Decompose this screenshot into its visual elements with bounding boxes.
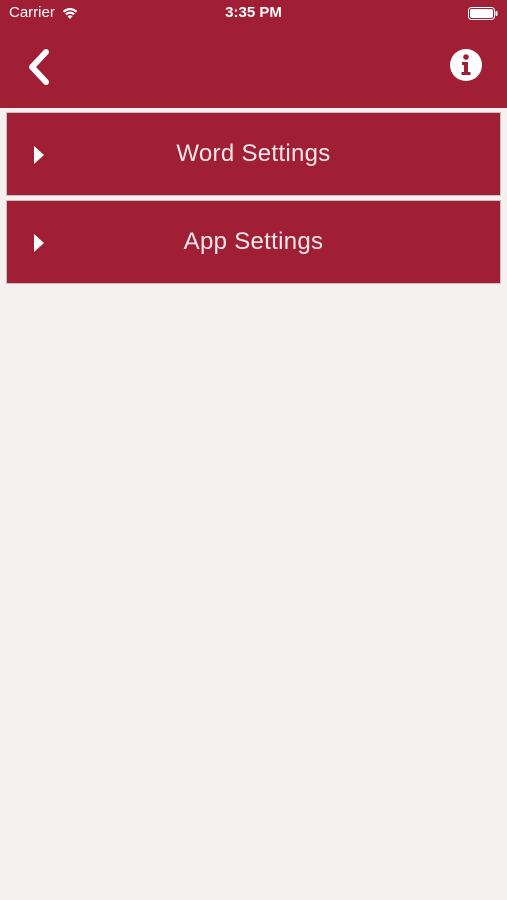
navigation-bar — [0, 28, 507, 108]
status-bar: Carrier 3:35 PM — [0, 0, 507, 28]
info-icon[interactable] — [449, 48, 483, 82]
status-time: 3:35 PM — [225, 4, 282, 21]
battery-icon — [468, 7, 498, 20]
menu-item-app-settings[interactable]: App Settings — [6, 200, 501, 284]
chevron-left-icon[interactable] — [24, 48, 56, 86]
menu-item-label: Word Settings — [176, 140, 331, 167]
menu-item-label: App Settings — [183, 228, 324, 255]
menu-item-word-settings[interactable]: Word Settings — [6, 112, 501, 196]
